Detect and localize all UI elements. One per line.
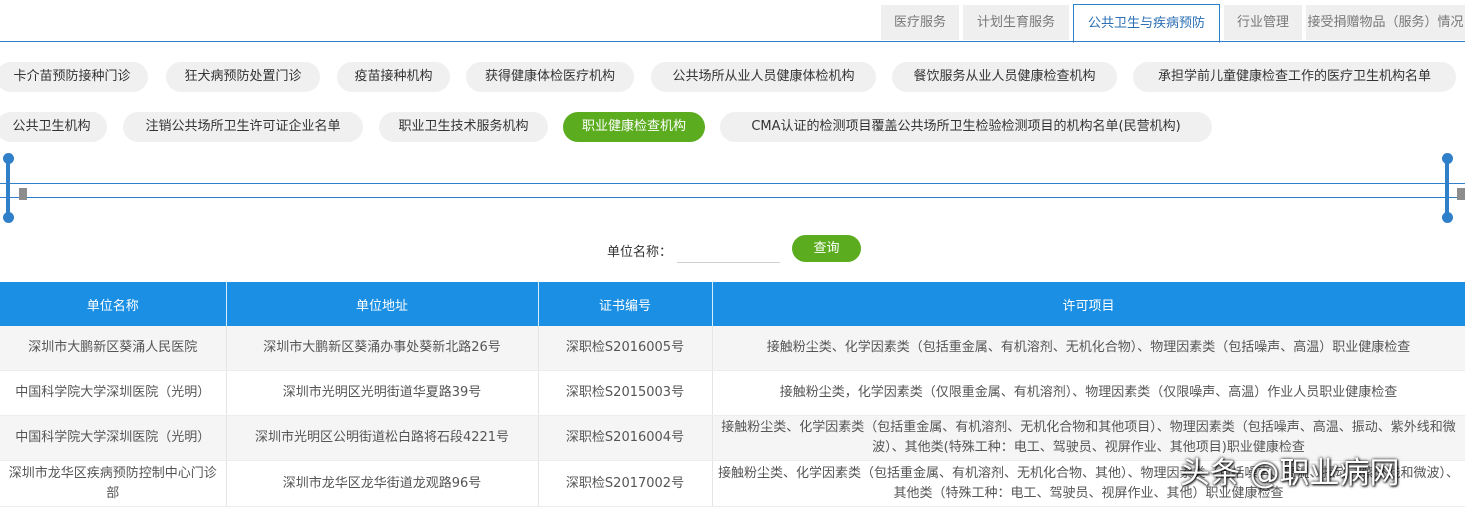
watermark: 头条 @职业病网	[1180, 456, 1400, 491]
cell-address: 深圳市光明区公明街道松白路将石段4221号	[226, 415, 539, 461]
category-health-checkup-institutions[interactable]: 获得健康体检医疗机构	[466, 62, 634, 92]
cell-certificate-no: 深职检S2015003号	[538, 370, 713, 416]
tab-bar-divider	[0, 41, 1465, 42]
category-rabies-clinic[interactable]: 狂犬病预防处置门诊	[166, 62, 320, 92]
tab-medical-services[interactable]: 医疗服务	[881, 5, 959, 40]
tab-donations[interactable]: 接受捐赠物品（服务）情况	[1306, 5, 1465, 40]
tab-public-health[interactable]: 公共卫生与疾病预防	[1073, 4, 1220, 43]
category-public-venue-staff-checkup[interactable]: 公共场所从业人员健康体检机构	[651, 62, 876, 92]
column-header-certificate-no: 证书编号	[538, 282, 713, 326]
cell-certificate-no: 深职检S2016005号	[538, 326, 713, 371]
category-bcg-vaccination[interactable]: 卡介苗预防接种门诊	[0, 62, 148, 92]
table-header-row: 单位名称 单位地址 证书编号 许可项目	[0, 282, 1465, 326]
category-cma-certified-institutions[interactable]: CMA认证的检测项目覆盖公共场所卫生检验检测项目的机构名单(民营机构)	[720, 112, 1212, 142]
cell-address: 深圳市大鹏新区葵涌办事处葵新北路26号	[226, 326, 539, 371]
slider-left-handle-top-knob	[3, 153, 14, 164]
slider-right-handle[interactable]	[1445, 160, 1449, 216]
cell-address: 深圳市光明区光明街道华夏路39号	[226, 370, 539, 416]
category-occupational-health-exam[interactable]: 职业健康检查机构	[563, 112, 705, 142]
cell-permitted-items: 接触粉尘类，化学因素类（仅限重金属、有机溶剂）、物理因素类（仅限噪声、高温）作业…	[712, 370, 1465, 416]
column-header-permitted-items: 许可项目	[712, 282, 1465, 326]
cell-unit-name: 深圳市大鹏新区葵涌人民医院	[0, 326, 227, 371]
tab-industry-management[interactable]: 行业管理	[1224, 5, 1302, 40]
category-public-health-institutions[interactable]: 公共卫生机构	[0, 112, 107, 142]
top-tab-bar: 医疗服务 计划生育服务 公共卫生与疾病预防 行业管理 接受捐赠物品（服务）情况	[0, 0, 1465, 44]
search-button[interactable]: 查询	[792, 235, 861, 262]
slider-right-handle-top-knob	[1442, 153, 1453, 164]
cell-unit-name: 中国科学院大学深圳医院（光明）	[0, 415, 227, 461]
category-preschool-checkup-institutions[interactable]: 承担学前儿童健康检查工作的医疗卫生机构名单	[1133, 62, 1456, 92]
cell-unit-name: 深圳市龙华区疾病预防控制中心门诊部	[0, 460, 227, 507]
cell-address: 深圳市龙华区龙华街道龙观路96号	[226, 460, 539, 507]
tab-family-planning[interactable]: 计划生育服务	[963, 5, 1069, 40]
category-cancelled-permits[interactable]: 注销公共场所卫生许可证企业名单	[123, 112, 363, 142]
cell-unit-name: 中国科学院大学深圳医院（光明）	[0, 370, 227, 416]
unit-name-search-input[interactable]	[677, 238, 780, 263]
slider-grip-icon[interactable]	[1457, 188, 1465, 200]
table-row: 深圳市大鹏新区葵涌人民医院 深圳市大鹏新区葵涌办事处葵新北路26号 深职检S20…	[0, 326, 1465, 371]
column-header-address: 单位地址	[226, 282, 539, 326]
category-occupational-health-services[interactable]: 职业卫生技术服务机构	[379, 112, 548, 142]
search-label: 单位名称：	[607, 245, 673, 260]
category-vaccination-institutions[interactable]: 疫苗接种机构	[337, 62, 450, 92]
category-food-service-staff-checkup[interactable]: 餐饮服务从业人员健康检查机构	[892, 62, 1117, 92]
slider-left-handle-bottom-knob	[3, 212, 14, 223]
cell-certificate-no: 深职检S2016004号	[538, 415, 713, 461]
slider-track-bottom	[0, 197, 1465, 198]
slider-track-top	[0, 183, 1465, 184]
slider-grip-icon[interactable]	[19, 188, 27, 200]
column-header-unit-name: 单位名称	[0, 282, 227, 326]
slider-left-handle[interactable]	[6, 160, 10, 216]
cell-permitted-items: 接触粉尘类、化学因素类（包括重金属、有机溶剂、无机化合物）、物理因素类（包括噪声…	[712, 326, 1465, 371]
table-row: 中国科学院大学深圳医院（光明） 深圳市光明区光明街道华夏路39号 深职检S201…	[0, 370, 1465, 416]
cell-certificate-no: 深职检S2017002号	[538, 460, 713, 507]
slider-right-handle-bottom-knob	[1442, 212, 1453, 223]
